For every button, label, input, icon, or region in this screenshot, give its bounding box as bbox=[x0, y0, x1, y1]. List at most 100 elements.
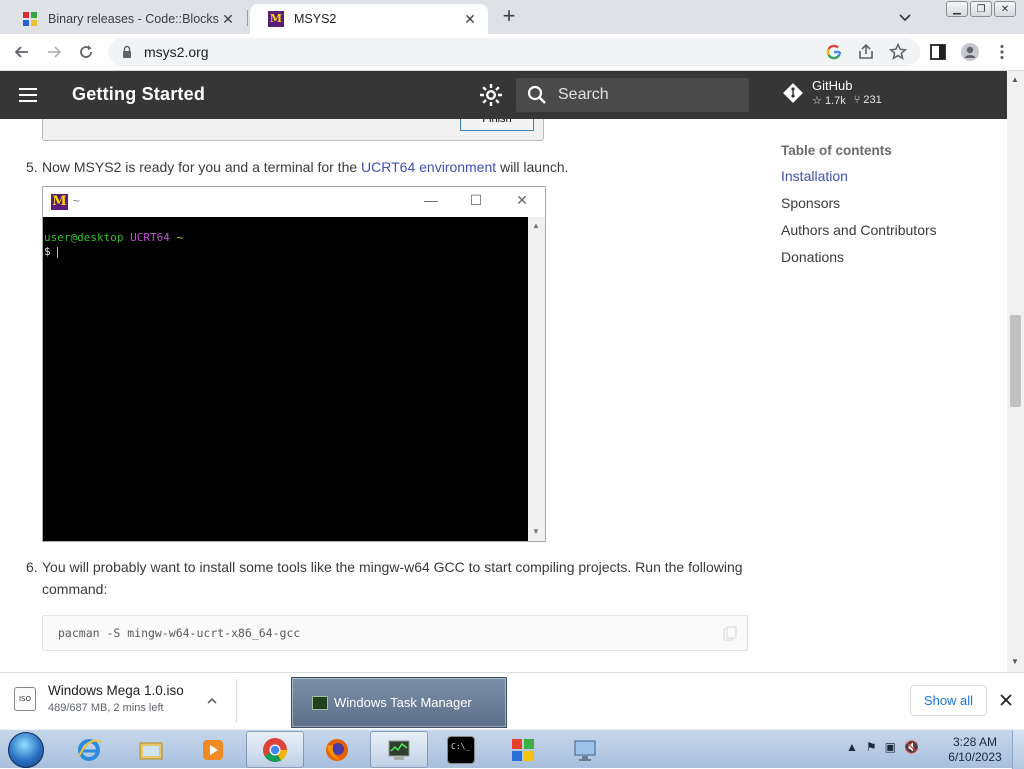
prompt-input-line: $ bbox=[44, 245, 528, 259]
code-block: pacman -S mingw-w64-ucrt-x86_64-gcc bbox=[42, 615, 748, 651]
system-clock[interactable]: 3:28 AM 6/10/2023 bbox=[944, 735, 1006, 765]
browser-tab-strip: Binary releases - Code::Blocks ✕ M MSYS2… bbox=[0, 0, 1024, 34]
download-bar: ISO Windows Mega 1.0.iso 489/687 MB, 2 m… bbox=[0, 672, 1024, 729]
tray-expand-icon[interactable]: ▲ bbox=[846, 740, 858, 754]
toc-item-donations[interactable]: Donations bbox=[781, 248, 937, 275]
toc-item-sponsors[interactable]: Sponsors bbox=[781, 194, 937, 221]
close-download-bar-icon[interactable] bbox=[998, 692, 1014, 708]
show-all-button[interactable]: Show all bbox=[910, 685, 987, 716]
chrome-icon bbox=[263, 737, 287, 762]
colorful-window-icon bbox=[512, 738, 534, 761]
tab-close-icon[interactable]: ✕ bbox=[220, 11, 236, 27]
msys2-favicon-icon: M bbox=[268, 11, 284, 27]
minimize-button[interactable]: ▁ bbox=[946, 1, 968, 17]
terminal-title: ~ bbox=[73, 194, 81, 208]
taskbar-media-player[interactable] bbox=[184, 731, 242, 768]
git-logo-icon bbox=[783, 83, 803, 103]
page-title: Getting Started bbox=[72, 84, 206, 104]
network-icon[interactable]: ▣ bbox=[885, 740, 896, 754]
taskbar-explorer[interactable] bbox=[122, 731, 180, 768]
search-box[interactable] bbox=[516, 78, 749, 112]
show-desktop-button[interactable] bbox=[1012, 730, 1024, 769]
ucrt64-environment-link[interactable]: UCRT64 environment bbox=[361, 159, 496, 175]
step-5: 5. Now MSYS2 is ready for you and a term… bbox=[26, 156, 766, 178]
profile-avatar-icon[interactable] bbox=[960, 42, 980, 62]
terminal-titlebar: M ~ — ☐ ✕ bbox=[43, 187, 545, 217]
terminal-scrollbar: ▲ ▼ bbox=[528, 217, 545, 541]
internet-explorer-icon bbox=[78, 738, 102, 761]
step-number: 5. bbox=[26, 159, 38, 175]
address-bar[interactable]: msys2.org bbox=[108, 38, 920, 66]
window-controls: ▁ ❐ ✕ bbox=[946, 1, 1016, 17]
new-tab-button[interactable]: + bbox=[498, 5, 520, 28]
scroll-up-icon[interactable]: ▲ bbox=[1011, 75, 1019, 84]
scrollbar-thumb[interactable] bbox=[1010, 315, 1021, 407]
download-item[interactable]: ISO Windows Mega 1.0.iso 489/687 MB, 2 m… bbox=[14, 683, 236, 721]
close-window-button[interactable]: ✕ bbox=[994, 1, 1016, 17]
forward-arrow-icon[interactable] bbox=[44, 42, 64, 62]
tab-close-icon[interactable]: ✕ bbox=[462, 11, 478, 27]
action-center-flag-icon[interactable]: ⚑ bbox=[866, 740, 877, 754]
tab-search-chevron-icon[interactable] bbox=[896, 8, 914, 26]
scroll-down-icon: ▼ bbox=[532, 527, 540, 536]
finish-button: Finish bbox=[460, 119, 534, 131]
toc-title: Table of contents bbox=[781, 143, 892, 158]
taskbar-remote-desktop[interactable] bbox=[556, 731, 614, 768]
scroll-up-icon: ▲ bbox=[532, 221, 540, 230]
terminal-close-icon: ✕ bbox=[516, 192, 528, 208]
task-manager-thumbnail[interactable]: Windows Task Manager bbox=[291, 677, 507, 728]
share-icon[interactable] bbox=[856, 42, 876, 62]
download-status: 489/687 MB, 2 mins left bbox=[48, 702, 164, 714]
bookmark-star-icon[interactable] bbox=[888, 42, 908, 62]
terminal-screen: user@desktop UCRT64 ~ $ bbox=[43, 217, 528, 541]
firefox-icon bbox=[326, 738, 348, 761]
page-scrollbar[interactable]: ▲ ▼ bbox=[1007, 71, 1024, 672]
taskbar-app-window[interactable] bbox=[494, 731, 552, 768]
search-input[interactable] bbox=[558, 86, 728, 104]
lock-icon[interactable] bbox=[120, 45, 134, 59]
theme-toggle-icon[interactable] bbox=[478, 82, 504, 108]
prompt-line: user@desktop UCRT64 ~ bbox=[44, 231, 184, 244]
tab-msys2[interactable]: M MSYS2 ✕ bbox=[250, 4, 488, 34]
volume-muted-icon[interactable]: 🔇 bbox=[904, 740, 919, 754]
back-arrow-icon[interactable] bbox=[12, 42, 32, 62]
hamburger-menu-icon[interactable] bbox=[16, 83, 40, 107]
step-6: 6. You will probably want to install som… bbox=[26, 556, 766, 600]
task-manager-icon bbox=[312, 696, 328, 710]
taskbar-firefox[interactable] bbox=[308, 731, 366, 768]
more-menu-icon[interactable] bbox=[992, 42, 1012, 62]
cursor bbox=[57, 246, 59, 258]
fork-count: ⑂ 231 bbox=[853, 94, 882, 106]
taskbar-ie[interactable] bbox=[60, 731, 118, 768]
chevron-up-icon[interactable] bbox=[206, 695, 218, 707]
table-of-contents: Table of contents Installation Sponsors … bbox=[781, 143, 937, 275]
side-panel-icon[interactable] bbox=[928, 42, 948, 62]
taskbar-chrome[interactable] bbox=[246, 731, 304, 768]
tab-codeblocks[interactable]: Binary releases - Code::Blocks ✕ bbox=[4, 4, 246, 34]
computer-monitor-icon bbox=[574, 740, 596, 761]
terminal-minimize-icon: — bbox=[424, 192, 438, 208]
start-button[interactable] bbox=[8, 732, 44, 768]
copy-icon[interactable] bbox=[723, 626, 737, 641]
reload-icon[interactable] bbox=[76, 42, 96, 62]
taskbar-task-manager[interactable] bbox=[370, 731, 428, 768]
scroll-down-icon[interactable]: ▼ bbox=[1011, 657, 1019, 666]
tab-divider bbox=[247, 10, 248, 26]
task-manager-label: Windows Task Manager bbox=[334, 695, 472, 710]
google-icon[interactable] bbox=[824, 42, 844, 62]
codeblocks-favicon-icon bbox=[23, 12, 37, 26]
restore-button[interactable]: ❐ bbox=[970, 1, 992, 17]
taskbar-cmd[interactable]: C:\_ bbox=[432, 731, 490, 768]
msys2-logo-icon: M bbox=[51, 194, 68, 210]
download-file-name: Windows Mega 1.0.iso bbox=[48, 683, 184, 698]
url-text: msys2.org bbox=[144, 44, 209, 60]
github-repo-link[interactable]: GitHub ☆ 1.7k ⑂ 231 bbox=[782, 79, 882, 107]
terminal-maximize-icon: ☐ bbox=[469, 192, 483, 208]
windows-taskbar: C:\_ ▲ ⚑ ▣ 🔇 3:28 AM 6/10/2023 bbox=[0, 729, 1024, 769]
step-text-line-1: You will probably want to install some t… bbox=[42, 559, 743, 575]
media-player-icon bbox=[203, 739, 223, 760]
iso-file-icon: ISO bbox=[14, 687, 36, 711]
fork-icon: ⑂ bbox=[853, 94, 861, 106]
toc-item-authors[interactable]: Authors and Contributors bbox=[781, 221, 937, 248]
toc-item-installation[interactable]: Installation bbox=[781, 167, 937, 194]
